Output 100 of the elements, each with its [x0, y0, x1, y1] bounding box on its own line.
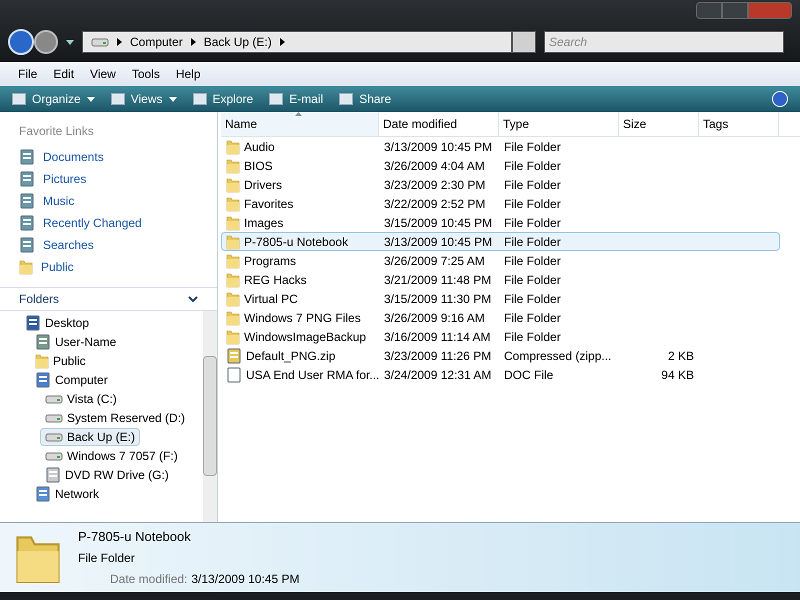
favorite-link[interactable]: Recently Changed — [19, 212, 217, 234]
folder-icon — [226, 252, 240, 268]
file-row[interactable]: Images 3/15/2009 10:45 PM File Folder — [221, 213, 780, 232]
file-name: Images — [244, 214, 284, 232]
help-icon[interactable] — [772, 91, 788, 107]
tree-item[interactable]: Computer — [30, 370, 113, 388]
column-header[interactable]: Tags — [699, 112, 779, 136]
column-header[interactable]: Type — [499, 112, 619, 136]
tree-item[interactable]: System Reserved (D:) — [40, 408, 190, 426]
favorite-link[interactable]: Music — [19, 190, 217, 212]
zip-file-icon — [226, 348, 242, 364]
favorite-link[interactable]: Public — [19, 256, 217, 278]
tree-item[interactable]: Back Up (E:) — [40, 428, 140, 446]
tree-item[interactable]: DVD RW Drive (G:) — [40, 466, 174, 484]
file-row[interactable]: P-7805-u Notebook 3/13/2009 10:45 PM File Folder — [221, 232, 780, 251]
breadcrumb-item[interactable]: Back Up (E:) — [204, 33, 272, 51]
toolbar-button[interactable]: Organize — [12, 90, 95, 108]
menu-item[interactable]: Tools — [132, 65, 160, 83]
file-name: WindowsImageBackup — [244, 328, 366, 346]
toolbar-icon — [339, 93, 354, 105]
file-row[interactable]: Windows 7 PNG Files 3/26/2009 9:16 AM File Folder — [221, 308, 780, 327]
scrollbar[interactable] — [203, 311, 217, 522]
caret-icon — [168, 96, 176, 102]
tree-item[interactable]: Windows 7 7057 (F:) — [40, 446, 183, 464]
file-row[interactable]: BIOS 3/26/2009 4:04 AM File Folder — [221, 156, 780, 175]
date-cell: 3/16/2009 11:14 AM — [384, 330, 491, 344]
size-cell: 94 KB — [661, 368, 694, 382]
favorite-link[interactable]: Pictures — [19, 168, 217, 190]
forward-button[interactable] — [34, 30, 58, 54]
refresh-button[interactable] — [512, 31, 536, 53]
file-row[interactable]: USA End User RMA for... 3/24/2009 12:31 AM DOC File 94 KB — [221, 365, 780, 384]
file-name: Audio — [244, 138, 275, 156]
drive-icon — [45, 432, 63, 442]
file-row[interactable]: Virtual PC 3/15/2009 11:30 PM File Folder — [221, 289, 780, 308]
file-name: Drivers — [244, 176, 282, 194]
type-cell: File Folder — [504, 234, 561, 248]
folder-icon — [226, 138, 240, 154]
file-row[interactable]: Default_PNG.zip 3/23/2009 11:26 PM Compressed (zipp... 2 KB — [221, 346, 780, 365]
drive-icon — [91, 37, 109, 47]
details-label: Date modified: — [110, 571, 188, 588]
folder-icon — [226, 328, 240, 344]
type-cell: Compressed (zipp... — [504, 348, 612, 362]
tree-item[interactable]: Network — [30, 484, 104, 502]
folder-icon — [226, 290, 240, 306]
address-bar[interactable]: Computer Back Up (E:) — [82, 31, 512, 53]
file-row[interactable]: Drivers 3/23/2009 2:30 PM File Folder — [221, 175, 780, 194]
folder-icon — [226, 272, 240, 288]
menu-item[interactable]: File — [18, 65, 38, 83]
back-button[interactable] — [8, 29, 34, 55]
search-field[interactable]: Search — [544, 31, 784, 53]
file-name: Windows 7 PNG Files — [244, 310, 361, 326]
drive-icon — [45, 450, 63, 460]
type-cell: File Folder — [504, 178, 561, 192]
tree-item[interactable]: Vista (C:) — [40, 390, 122, 408]
file-row[interactable]: REG Hacks 3/21/2009 11:48 PM File Folder — [221, 270, 780, 289]
tree-item[interactable]: Public — [30, 352, 91, 370]
file-name: Favorites — [244, 196, 294, 212]
toolbar-button[interactable]: Views — [110, 90, 176, 108]
favorite-link[interactable]: Documents — [19, 146, 217, 168]
date-cell: 3/15/2009 10:45 PM — [384, 216, 492, 230]
maximize-button[interactable] — [722, 2, 748, 19]
minimize-button[interactable] — [696, 2, 722, 19]
caret-icon — [66, 40, 74, 44]
folder-icon — [35, 352, 49, 368]
details-date: 3/13/2009 10:45 PM — [191, 571, 300, 588]
tree-item[interactable]: Desktop — [20, 314, 94, 332]
tree-item[interactable]: User-Name — [30, 332, 122, 350]
file-name: P-7805-u Notebook — [244, 234, 348, 250]
type-cell: File Folder — [504, 330, 561, 344]
column-header[interactable]: Name — [221, 112, 379, 136]
breadcrumb-item[interactable]: Computer — [130, 33, 183, 51]
file-row[interactable]: Audio 3/13/2009 10:45 PM File Folder — [221, 137, 780, 156]
breadcrumb-arrow-icon — [190, 38, 196, 46]
file-row[interactable]: Programs 3/26/2009 7:25 AM File Folder — [221, 251, 780, 270]
file-row[interactable]: WindowsImageBackup 3/16/2009 11:14 AM File Folder — [221, 327, 780, 346]
column-header[interactable]: Date modified — [379, 112, 499, 136]
type-cell: File Folder — [504, 158, 561, 172]
scrollbar-thumb[interactable] — [203, 356, 217, 476]
menu-item[interactable]: Help — [176, 65, 201, 83]
folders-header[interactable]: Folders — [0, 287, 217, 311]
file-name: USA End User RMA for... — [246, 366, 380, 384]
type-cell: File Folder — [504, 140, 561, 154]
type-cell: File Folder — [504, 254, 561, 268]
type-cell: File Folder — [504, 272, 561, 286]
favorite-link[interactable]: Searches — [19, 234, 217, 256]
file-row[interactable]: Favorites 3/22/2009 2:52 PM File Folder — [221, 194, 780, 213]
menu-item[interactable]: View — [90, 65, 116, 83]
type-cell: DOC File — [504, 368, 554, 382]
folder-icon — [226, 234, 240, 250]
toolbar-button[interactable]: E-mail — [269, 90, 324, 108]
date-cell: 3/13/2009 10:45 PM — [384, 140, 492, 154]
drive-icon — [45, 412, 63, 422]
toolbar-button[interactable]: Explore — [192, 90, 254, 108]
folder-icon — [226, 176, 240, 192]
column-header[interactable]: Size — [619, 112, 699, 136]
breadcrumb-arrow-icon — [117, 38, 122, 46]
details-type: File Folder — [78, 550, 136, 568]
menu-item[interactable]: Edit — [53, 65, 74, 83]
toolbar-button[interactable]: Share — [339, 90, 392, 108]
close-button[interactable] — [748, 2, 792, 19]
